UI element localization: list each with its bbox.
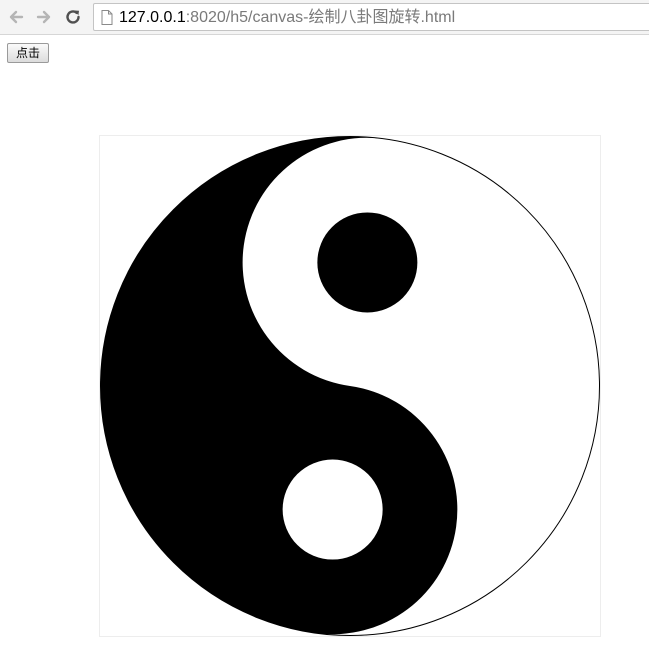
url-text[interactable]: 127.0.0.1:8020/h5/canvas-绘制八卦图旋转.html xyxy=(119,8,455,28)
forward-button[interactable] xyxy=(32,5,56,29)
yin-dot xyxy=(317,212,418,313)
click-button[interactable]: 点击 xyxy=(7,43,50,63)
yin-yang-group xyxy=(100,136,600,636)
canvas xyxy=(99,135,601,637)
back-button[interactable] xyxy=(4,5,28,29)
arrow-left-icon xyxy=(9,10,24,24)
url-host: 127.0.0.1 xyxy=(119,9,186,26)
document-icon xyxy=(101,10,113,25)
reload-icon xyxy=(66,10,80,24)
yin-yang-icon xyxy=(100,136,600,636)
url-path: :8020/h5/canvas-绘制八卦图旋转.html xyxy=(185,9,456,26)
arrow-right-icon xyxy=(36,10,51,24)
browser-toolbar: 127.0.0.1:8020/h5/canvas-绘制八卦图旋转.html xyxy=(0,0,649,35)
reload-button[interactable] xyxy=(61,5,85,29)
address-bar[interactable]: 127.0.0.1:8020/h5/canvas-绘制八卦图旋转.html xyxy=(93,3,649,31)
page-content: 点击 xyxy=(0,35,649,655)
yang-dot xyxy=(282,459,383,560)
